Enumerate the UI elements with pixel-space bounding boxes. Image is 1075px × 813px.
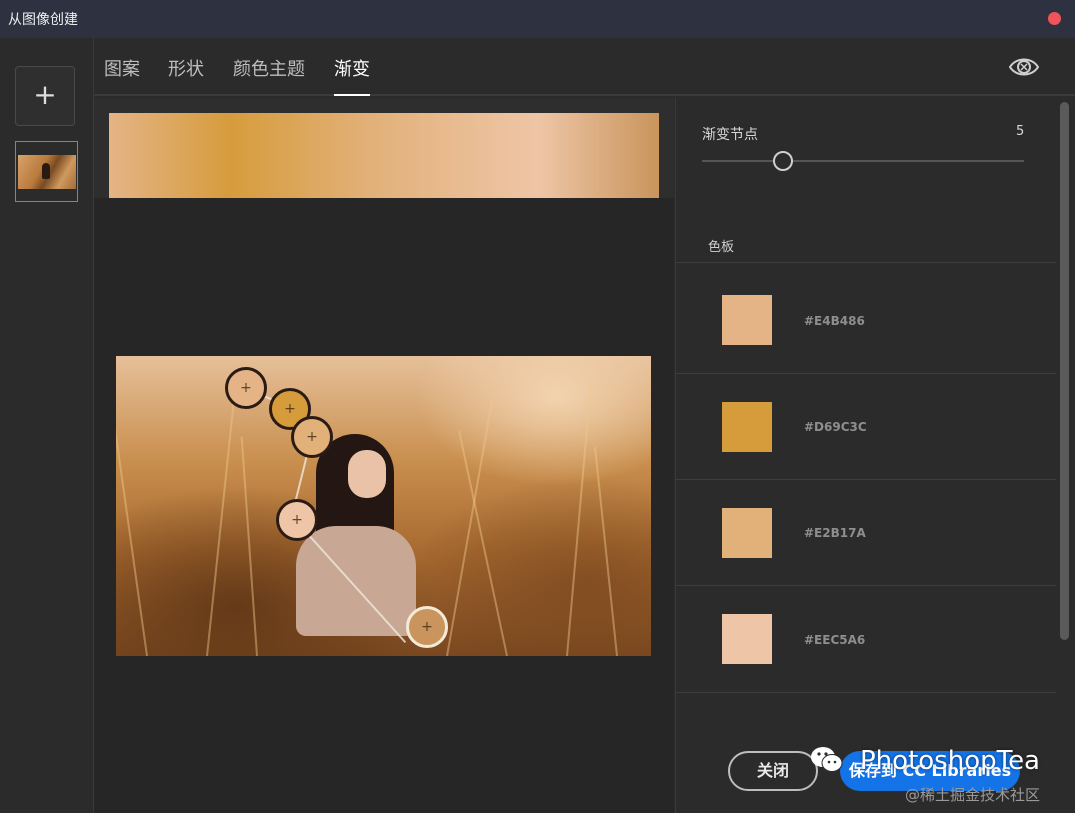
swatch-color-1[interactable] <box>722 295 772 345</box>
divider <box>676 692 1056 693</box>
grass-stroke <box>206 387 237 656</box>
panel-scrollbar[interactable] <box>1060 102 1069 640</box>
gradient-stops-label: 渐变节点 <box>702 127 758 143</box>
gradient-stop-picker-1[interactable]: + <box>225 367 267 409</box>
swatch-hex-3: #E2B17A <box>804 526 866 540</box>
active-tab-indicator <box>334 94 370 96</box>
gradient-stop-picker-3[interactable]: + <box>291 416 333 458</box>
title-bar: 从图像创建 <box>0 0 1075 38</box>
source-image-thumbnail[interactable] <box>15 141 78 202</box>
source-sidebar: + <box>0 38 94 813</box>
thumbnail-image <box>18 155 76 189</box>
source-photo[interactable] <box>116 356 651 656</box>
swatch-color-2[interactable] <box>722 402 772 452</box>
close-window-icon[interactable] <box>1048 12 1061 25</box>
grass-stroke <box>446 399 494 656</box>
preview-eye-icon[interactable] <box>1008 53 1040 81</box>
grass-stroke <box>240 436 258 656</box>
divider <box>676 479 1056 480</box>
gradient-stops-slider[interactable] <box>702 160 1024 162</box>
watermark-text: PhotoshopTea <box>860 746 1040 776</box>
divider <box>676 373 1056 374</box>
mode-tabs: 图案 形状 颜色主题 渐变 <box>94 38 1075 96</box>
subject-face <box>348 450 386 498</box>
gradient-stops-value: 5 <box>1016 124 1025 139</box>
gradient-preview-bar <box>109 113 659 198</box>
plus-icon: + <box>240 380 252 396</box>
swatch-color-3[interactable] <box>722 508 772 558</box>
canvas-area: + + + + + <box>94 98 674 813</box>
swatch-color-4[interactable] <box>722 614 772 664</box>
grass-stroke <box>566 376 593 656</box>
wechat-icon <box>811 747 843 772</box>
close-button[interactable]: 关闭 <box>728 751 818 791</box>
gradient-stop-picker-5[interactable]: + <box>406 606 448 648</box>
swatch-hex-1: #E4B486 <box>804 314 865 328</box>
tab-color-theme[interactable]: 颜色主题 <box>233 55 305 81</box>
plus-icon: + <box>291 512 303 528</box>
gradient-stops-slider-knob[interactable] <box>773 151 793 171</box>
add-image-button[interactable]: + <box>15 66 75 126</box>
watermark-subtext: @稀土掘金技术社区 <box>905 786 1041 804</box>
grass-stroke <box>116 418 148 656</box>
gradient-settings-panel: 渐变节点 5 色板 #E4B486 #D69C3C #E2B17A #EEC5A… <box>675 98 1075 813</box>
plus-icon: + <box>306 429 318 445</box>
gradient-preview-strip <box>94 98 674 198</box>
swatch-hex-4: #EEC5A6 <box>804 633 866 647</box>
divider <box>676 585 1056 586</box>
tab-shape[interactable]: 形状 <box>168 55 204 81</box>
tab-pattern[interactable]: 图案 <box>104 55 140 81</box>
divider <box>676 262 1056 263</box>
tab-gradient[interactable]: 渐变 <box>334 55 370 81</box>
swatches-heading: 色板 <box>708 240 735 255</box>
grass-stroke <box>594 447 618 656</box>
gradient-stop-picker-4[interactable]: + <box>276 499 318 541</box>
window-title: 从图像创建 <box>8 12 78 28</box>
swatch-hex-2: #D69C3C <box>804 420 867 434</box>
plus-icon: + <box>421 619 433 635</box>
